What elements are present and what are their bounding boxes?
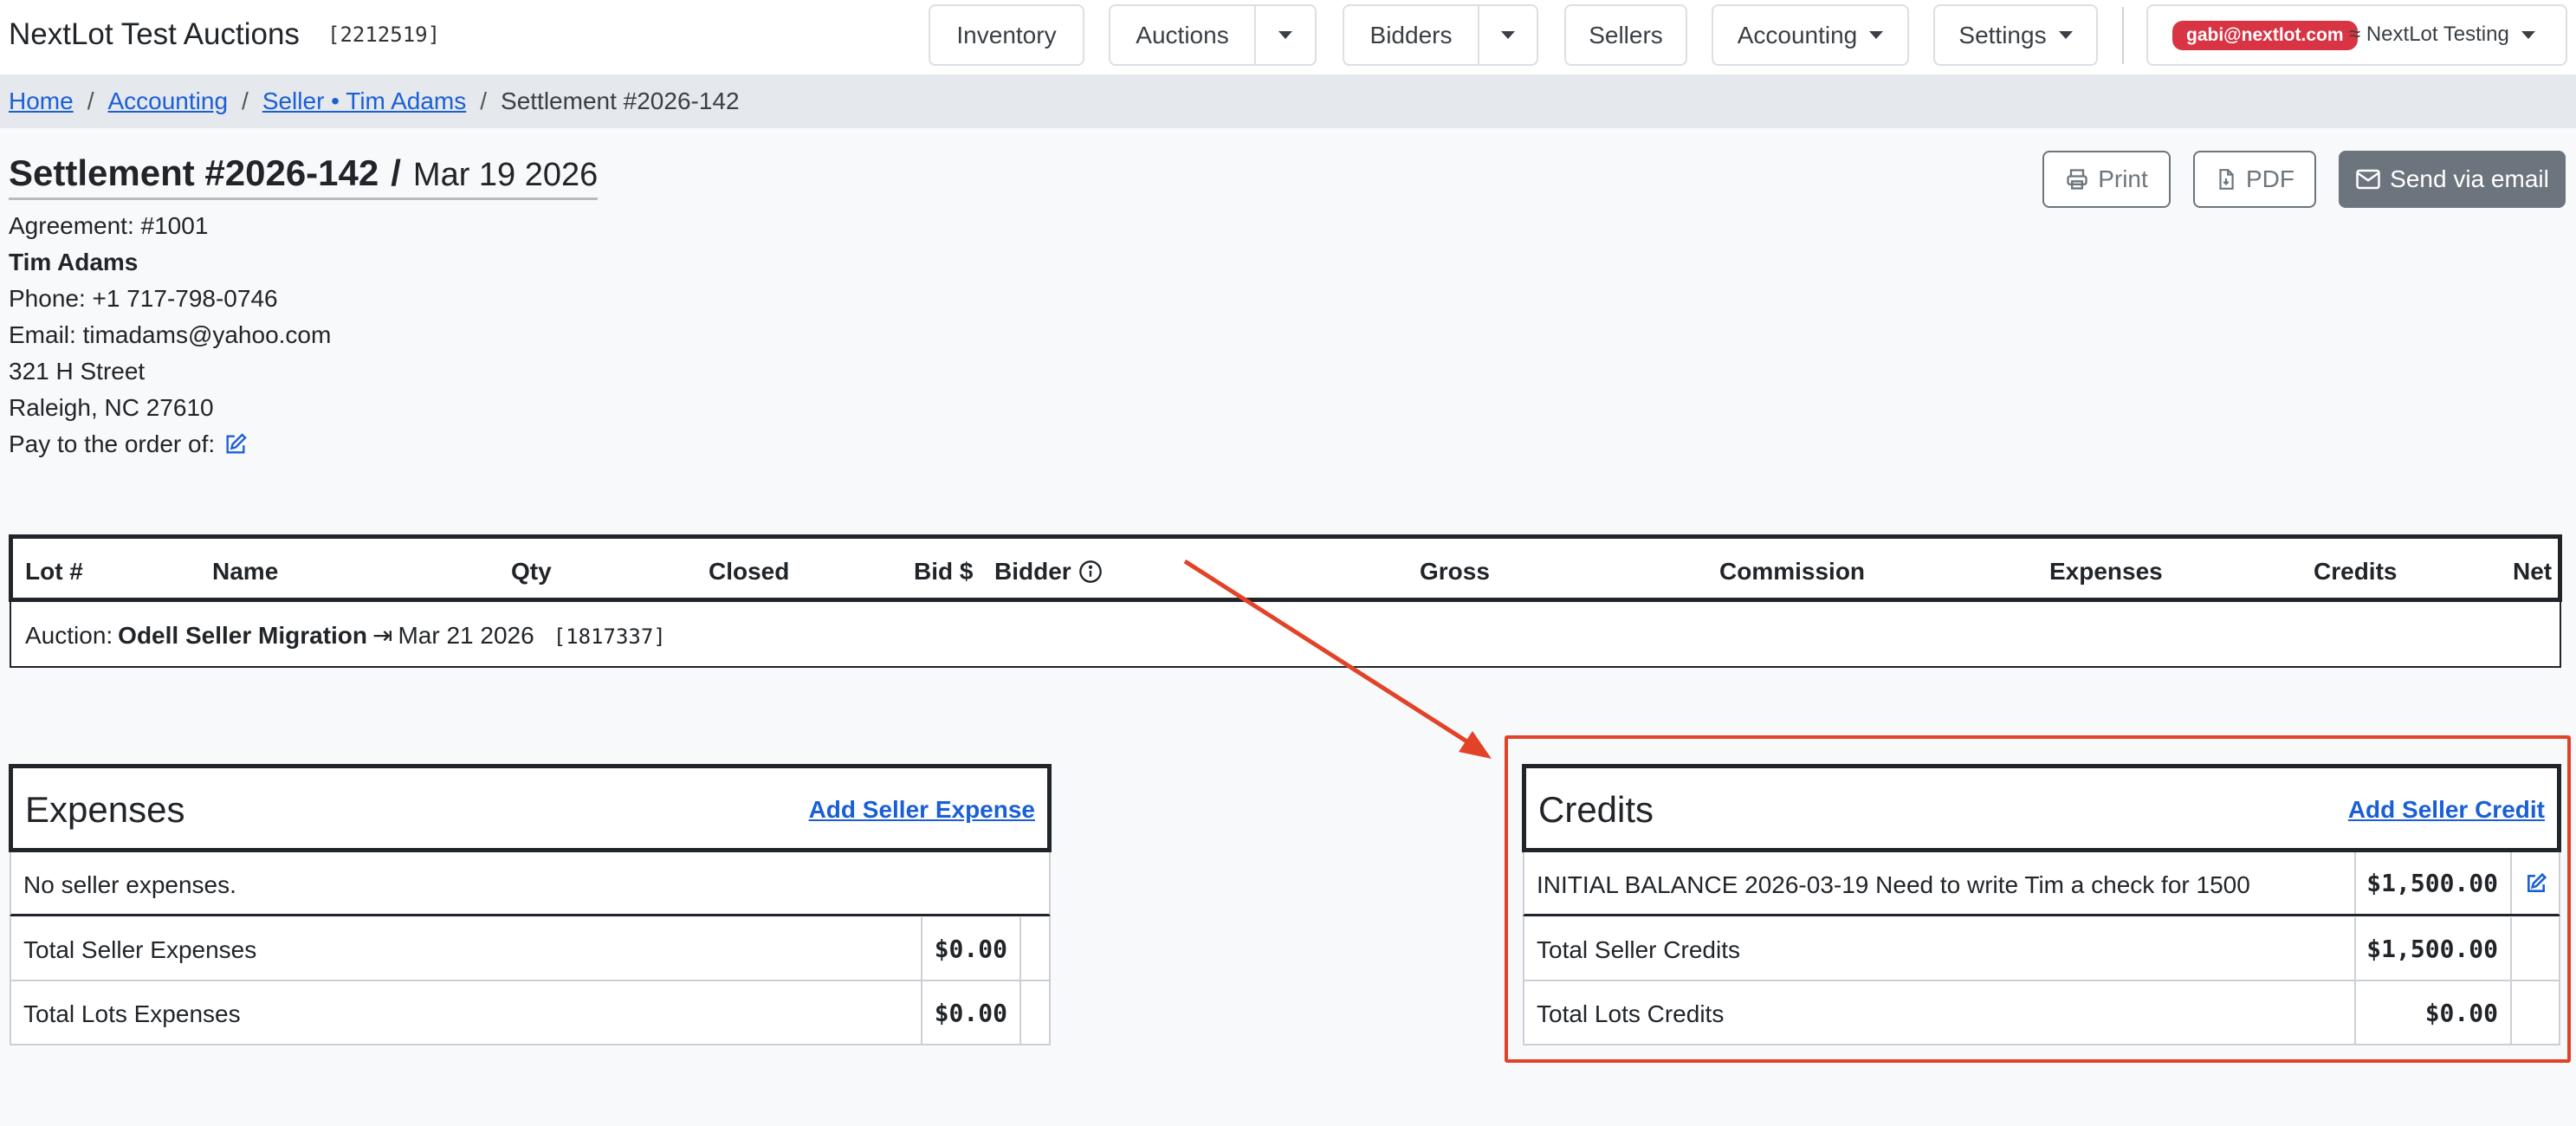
nav-sellers-button[interactable]: Sellers	[1564, 4, 1687, 66]
nav-bidders-group: Bidders	[1343, 4, 1538, 66]
column-bid[interactable]: Bid $	[914, 558, 973, 586]
column-expenses[interactable]: Expenses	[2049, 558, 2163, 586]
nav-bidders-label: Bidders	[1369, 21, 1453, 49]
seller-email: Email: timadams@yahoo.com	[9, 321, 332, 348]
column-lot-number[interactable]: Lot #	[25, 558, 83, 586]
auction-prefix: Auction:	[25, 622, 113, 649]
chevron-down-icon	[1278, 31, 1292, 39]
chevron-down-icon	[1869, 31, 1884, 39]
nav-divider	[2122, 7, 2124, 64]
seller-address-line1: 321 H Street	[9, 358, 146, 385]
brand-name[interactable]: NextLot Test Auctions	[9, 17, 300, 52]
print-button[interactable]: Print	[2042, 151, 2171, 208]
breadcrumb: Home / Accounting / Seller • Tim Adams /…	[9, 87, 740, 115]
send-email-label: Send via email	[2390, 165, 2549, 192]
print-label: Print	[2098, 165, 2148, 192]
total-lots-expenses-value: $0.00	[921, 981, 1019, 1044]
nav-auctions-button[interactable]: Auctions	[1110, 6, 1254, 64]
page-title: Settlement #2026-142 / Mar 19 2026	[9, 152, 599, 200]
column-net[interactable]: Net	[2513, 558, 2552, 586]
title-separator: /	[391, 152, 401, 193]
brand-id: [2212519]	[327, 23, 441, 47]
nav-accounting-dropdown[interactable]: Accounting	[1712, 4, 1909, 66]
seller-address-line2: Raleigh, NC 27610	[9, 394, 214, 421]
settlement-date: Mar 19 2026	[412, 157, 599, 193]
tenant-name: ≈ NextLot Testing	[2349, 23, 2509, 46]
chevron-down-icon	[2521, 30, 2535, 39]
auction-name: Odell Seller Migration	[118, 622, 368, 649]
seller-info: Agreement: #1001 Tim Adams Phone: +1 717…	[9, 208, 331, 463]
pay-to-row: Pay to the order of:	[9, 426, 331, 463]
breadcrumb-home-link[interactable]: Home	[9, 87, 74, 115]
auction-date: Mar 21 2026	[398, 622, 534, 649]
breadcrumb-accounting-link[interactable]: Accounting	[107, 87, 228, 115]
chevron-down-icon	[1501, 31, 1515, 39]
expenses-empty-message: No seller expenses.	[23, 871, 236, 898]
column-closed[interactable]: Closed	[709, 558, 789, 586]
agreement-number: Agreement: #1001	[9, 212, 209, 239]
breadcrumb-separator: /	[480, 87, 488, 114]
printer-icon	[2067, 169, 2087, 190]
column-commission[interactable]: Commission	[1719, 558, 1865, 586]
send-via-email-button[interactable]: Send via email	[2339, 151, 2566, 208]
add-seller-expense-link[interactable]: Add Seller Expense	[809, 796, 1035, 824]
edit-icon[interactable]	[223, 432, 248, 456]
breadcrumb-bar: Home / Accounting / Seller • Tim Adams /…	[0, 74, 2576, 128]
pdf-button[interactable]: PDF	[2193, 151, 2316, 208]
column-credits[interactable]: Credits	[2314, 558, 2397, 586]
auction-id: [1817337]	[553, 624, 666, 649]
empty-action-cell	[1019, 981, 1051, 1044]
nav-settings-dropdown[interactable]: Settings	[1933, 4, 2098, 66]
nav-auctions-group: Auctions	[1109, 4, 1317, 66]
info-icon[interactable]	[1078, 560, 1103, 584]
tenant-selector[interactable]: ≈ NextLot Testing	[2349, 23, 2535, 47]
breadcrumb-separator: /	[87, 87, 94, 114]
column-qty[interactable]: Qty	[511, 558, 552, 586]
seller-name: Tim Adams	[9, 249, 139, 275]
top-navbar: NextLot Test Auctions [2212519] Inventor…	[0, 0, 2576, 74]
column-bidder-label: Bidder	[994, 558, 1071, 585]
nav-bidders-button[interactable]: Bidders	[1344, 6, 1478, 64]
nav-sellers-label: Sellers	[1589, 21, 1663, 49]
user-email-badge[interactable]: gabi@nextlot.com	[2172, 21, 2358, 50]
seller-phone: Phone: +1 717-798-0746	[9, 285, 278, 312]
column-bidder[interactable]: Bidder	[994, 558, 1103, 586]
nav-auctions-dropdown-toggle[interactable]	[1254, 6, 1315, 64]
nav-inventory-button[interactable]: Inventory	[929, 4, 1084, 66]
expenses-title: Expenses	[25, 789, 185, 830]
nav-auctions-label: Auctions	[1136, 21, 1229, 49]
total-seller-expenses-label: Total Seller Expenses	[23, 936, 257, 963]
annotation-highlight-box	[1505, 735, 2571, 1063]
nav-inventory-label: Inventory	[956, 21, 1057, 49]
envelope-icon	[2356, 169, 2380, 190]
nav-settings-label: Settings	[1958, 21, 2047, 49]
expenses-panel-header: Expenses Add Seller Expense	[9, 764, 1052, 852]
file-pdf-icon	[2219, 169, 2234, 190]
total-seller-expenses-row: Total Seller Expenses $0.00	[10, 917, 1051, 981]
total-lots-expenses-row: Total Lots Expenses $0.00	[10, 981, 1051, 1045]
nav-bidders-dropdown-toggle[interactable]	[1478, 6, 1537, 64]
column-name[interactable]: Name	[212, 558, 278, 586]
annotation-arrow-icon	[1183, 559, 1492, 759]
breadcrumb-current: Settlement #2026-142	[501, 87, 740, 114]
total-lots-expenses-label: Total Lots Expenses	[23, 1000, 241, 1027]
settlement-number: Settlement #2026-142	[9, 152, 379, 193]
arrow-right-to-bar-icon: ⇥	[372, 622, 393, 649]
total-seller-expenses-value: $0.00	[921, 917, 1019, 980]
breadcrumb-separator: /	[242, 87, 249, 114]
expenses-empty-row: No seller expenses.	[10, 852, 1051, 916]
chevron-down-icon	[2058, 31, 2073, 39]
pdf-label: PDF	[2246, 165, 2294, 192]
breadcrumb-seller-link[interactable]: Seller • Tim Adams	[262, 87, 466, 115]
nav-accounting-label: Accounting	[1737, 21, 1858, 49]
pay-to-label: Pay to the order of:	[9, 430, 216, 457]
empty-action-cell	[1019, 917, 1051, 980]
